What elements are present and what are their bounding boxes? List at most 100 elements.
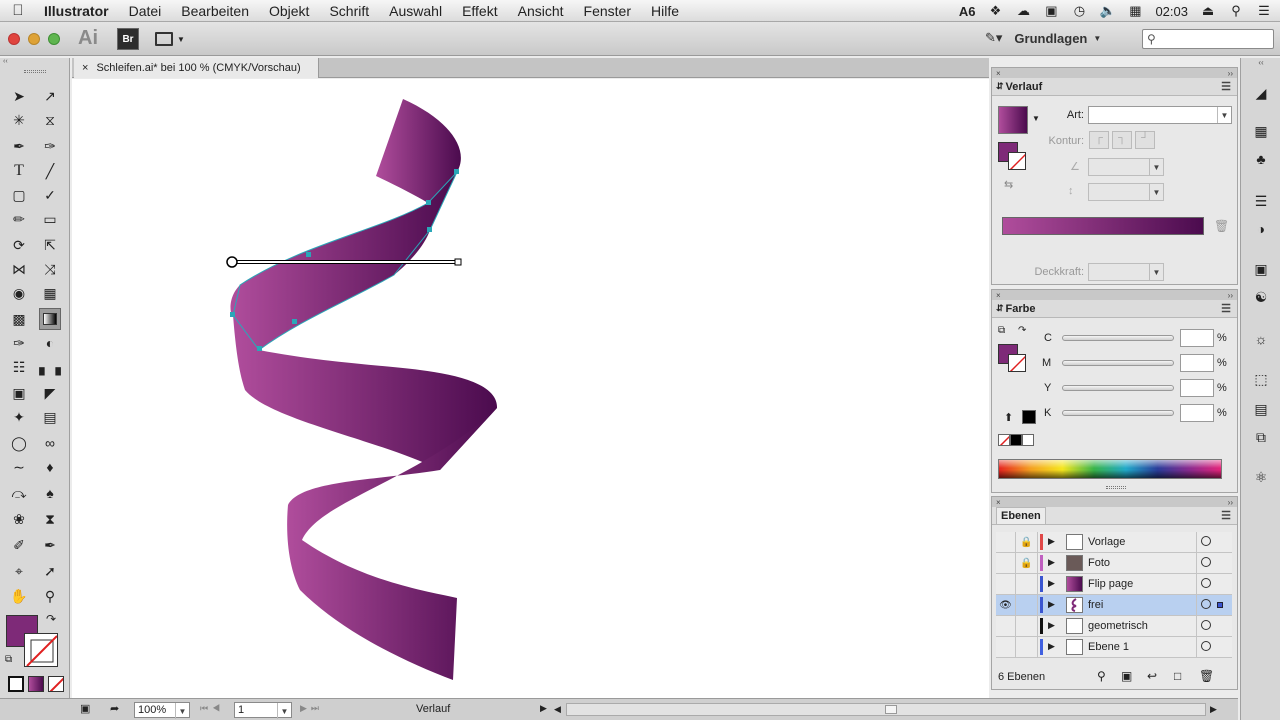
menu-schrift[interactable]: Schrift <box>319 3 379 19</box>
white-quick-swatch[interactable] <box>1022 434 1034 446</box>
navigator-panel-icon[interactable]: ☼ <box>1250 328 1272 350</box>
channel-m-slider[interactable] <box>1062 360 1174 366</box>
layer-name[interactable]: Ebene 1 <box>1088 641 1129 653</box>
layer-name[interactable]: Vorlage <box>1088 536 1125 548</box>
target-circle-icon[interactable] <box>1201 578 1211 588</box>
width-tool-icon[interactable]: ⋈ <box>8 258 30 280</box>
default-colors-icon[interactable]: ⧉ <box>5 654 12 665</box>
status-menu-arrow-icon[interactable]: ▶ <box>540 703 547 714</box>
visibility-toggle[interactable] <box>996 616 1016 636</box>
zoom-field[interactable]: 100% ▼ <box>134 702 190 719</box>
help-search-input[interactable]: ⚲ <box>1142 29 1274 49</box>
selection-indicator[interactable] <box>1217 602 1223 608</box>
artboard-next-icons[interactable]: ▶⏭ <box>300 703 323 714</box>
artwork[interactable] <box>72 79 989 698</box>
eject-icon[interactable]: ⏏ <box>1200 4 1216 18</box>
curvature-tool-icon[interactable]: ✑ <box>39 135 61 157</box>
expand-arrow-icon[interactable]: ▶ <box>1048 641 1055 652</box>
bucket-tool-icon[interactable]: ♠ <box>39 482 61 504</box>
artboard-prev-icons[interactable]: ⏮◀ <box>200 703 224 714</box>
arrange-documents-button[interactable]: ▼ <box>155 29 189 49</box>
artboard-canvas[interactable] <box>72 79 989 698</box>
channel-y-slider[interactable] <box>1062 385 1174 391</box>
mesh-tool-icon[interactable]: ▩ <box>8 308 30 330</box>
adobe-icon[interactable]: A6 <box>959 4 976 19</box>
transparency-panel-icon[interactable]: ◑ <box>1250 218 1272 240</box>
delete-layer-icon[interactable]: 🗑 <box>1199 669 1214 683</box>
menu-effekt[interactable]: Effekt <box>452 3 508 19</box>
lock-toggle[interactable] <box>1016 574 1038 594</box>
channel-k-slider[interactable] <box>1062 410 1174 416</box>
panel-menu-icon[interactable]: ☰ <box>1221 302 1231 315</box>
creative-cloud-panel-icon[interactable]: ☯ <box>1250 286 1272 308</box>
smooth-tool-icon[interactable]: ∼ <box>8 456 30 478</box>
chevron-down-icon[interactable]: ▼ <box>1032 114 1040 123</box>
close-panel-icon[interactable]: × <box>996 291 1001 300</box>
layer-row-geometrisch[interactable]: ▶ geometrisch <box>996 616 1232 637</box>
crop-tool-icon[interactable]: ⌖ <box>8 560 30 582</box>
layer-name[interactable]: Flip page <box>1088 578 1133 590</box>
panel-menu-icon[interactable]: ☰ <box>1221 80 1231 93</box>
default-colors-icon[interactable]: ⧉ <box>998 325 1005 336</box>
free-transform-tool-icon[interactable]: ⤨ <box>39 258 61 280</box>
gradient-panel-title[interactable]: Verlauf <box>1006 81 1043 93</box>
horizontal-scrollbar[interactable] <box>566 703 1206 716</box>
glasses-tool-icon[interactable]: ∞ <box>39 432 61 454</box>
shape-builder-tool-icon[interactable]: ◉ <box>8 282 30 304</box>
zoom-window-button[interactable] <box>48 33 60 45</box>
gradient-end-handle[interactable] <box>454 258 462 266</box>
knife-tool-icon[interactable]: ✒ <box>39 534 61 556</box>
eye-icon[interactable]: 👁 <box>996 595 1016 615</box>
close-panel-icon[interactable]: × <box>996 69 1001 78</box>
color-spectrum[interactable] <box>998 459 1222 479</box>
brush-stroke-tool-icon[interactable]: ⤼ <box>8 482 30 504</box>
gradient-slider[interactable] <box>1002 217 1204 235</box>
zoom-tool-icon[interactable]: ⚲ <box>39 585 61 607</box>
stroke-panel-icon[interactable]: ☰ <box>1250 190 1272 212</box>
visibility-toggle[interactable] <box>996 574 1016 594</box>
expand-dock-icon[interactable]: ‹‹ <box>1241 58 1280 68</box>
layer-row-ebene-1[interactable]: ▶ Ebene 1 <box>996 637 1232 658</box>
lasso-tool-icon[interactable]: ⧖ <box>39 109 61 131</box>
volume-icon[interactable]: 🔈 <box>1099 4 1115 18</box>
angle-field[interactable]: ▼ <box>1088 158 1164 176</box>
stroke-gradient-across-icon[interactable]: ┘ <box>1135 131 1155 149</box>
black-swatch[interactable] <box>1022 410 1036 424</box>
scroll-left-icon[interactable]: ◀ <box>554 704 561 715</box>
lock-icon[interactable]: 🔒 <box>1016 553 1038 573</box>
panel-resize-grip-icon[interactable] <box>1106 486 1126 489</box>
line-tool-icon[interactable]: ╱ <box>39 160 61 182</box>
channel-k-input[interactable] <box>1180 404 1214 422</box>
layers-panel-title[interactable]: Ebenen <box>996 507 1046 524</box>
rectangle-tool-icon[interactable]: ▢ <box>8 184 30 206</box>
target-circle-icon[interactable] <box>1201 557 1211 567</box>
dropbox-icon[interactable]: ❖ <box>987 4 1003 18</box>
ruler-tool-icon[interactable]: ▤ <box>39 406 61 428</box>
live-paint-tool-icon[interactable]: ♦ <box>39 456 61 478</box>
layer-name[interactable]: Foto <box>1088 557 1110 569</box>
paintbrush-tool-icon[interactable]: ✓ <box>39 184 61 206</box>
target-circle-icon[interactable] <box>1201 641 1211 651</box>
none-color-swatch[interactable] <box>998 434 1010 446</box>
new-layer-icon[interactable]: □ <box>1174 669 1181 683</box>
stroke-gradient-along-icon[interactable]: ┐ <box>1112 131 1132 149</box>
locate-object-icon[interactable]: ⚲ <box>1097 669 1106 683</box>
layer-name[interactable]: geometrisch <box>1088 620 1148 632</box>
puppet-warp-tool-icon[interactable]: ✦ <box>8 406 30 428</box>
expand-arrow-icon[interactable]: ▶ <box>1048 620 1055 631</box>
swap-fill-stroke-icon[interactable]: ↷ <box>46 612 56 626</box>
panel-expand-icon[interactable]: ⇵ <box>996 81 1004 92</box>
gradient-type-select[interactable]: ▼ <box>1088 106 1232 124</box>
artboard-tool-icon[interactable]: ▣ <box>8 382 30 404</box>
layer-name[interactable]: frei <box>1088 599 1103 611</box>
graphic-styles-panel-icon[interactable]: ▣ <box>1250 258 1272 280</box>
channel-m-input[interactable] <box>1180 354 1214 372</box>
gradient-preview-swatch[interactable] <box>998 106 1028 134</box>
collapse-panel-icon[interactable]: ›› <box>1228 498 1233 507</box>
opacity-field[interactable]: ▼ <box>1088 263 1164 281</box>
expand-arrow-icon[interactable]: ▶ <box>1048 578 1055 589</box>
pencil-tool-icon[interactable]: ✏ <box>8 208 30 230</box>
color-panel-title[interactable]: Farbe <box>1006 303 1036 315</box>
reverse-gradient-icon[interactable]: ⇆ <box>1004 178 1013 191</box>
panel-grip-icon[interactable] <box>24 70 46 73</box>
